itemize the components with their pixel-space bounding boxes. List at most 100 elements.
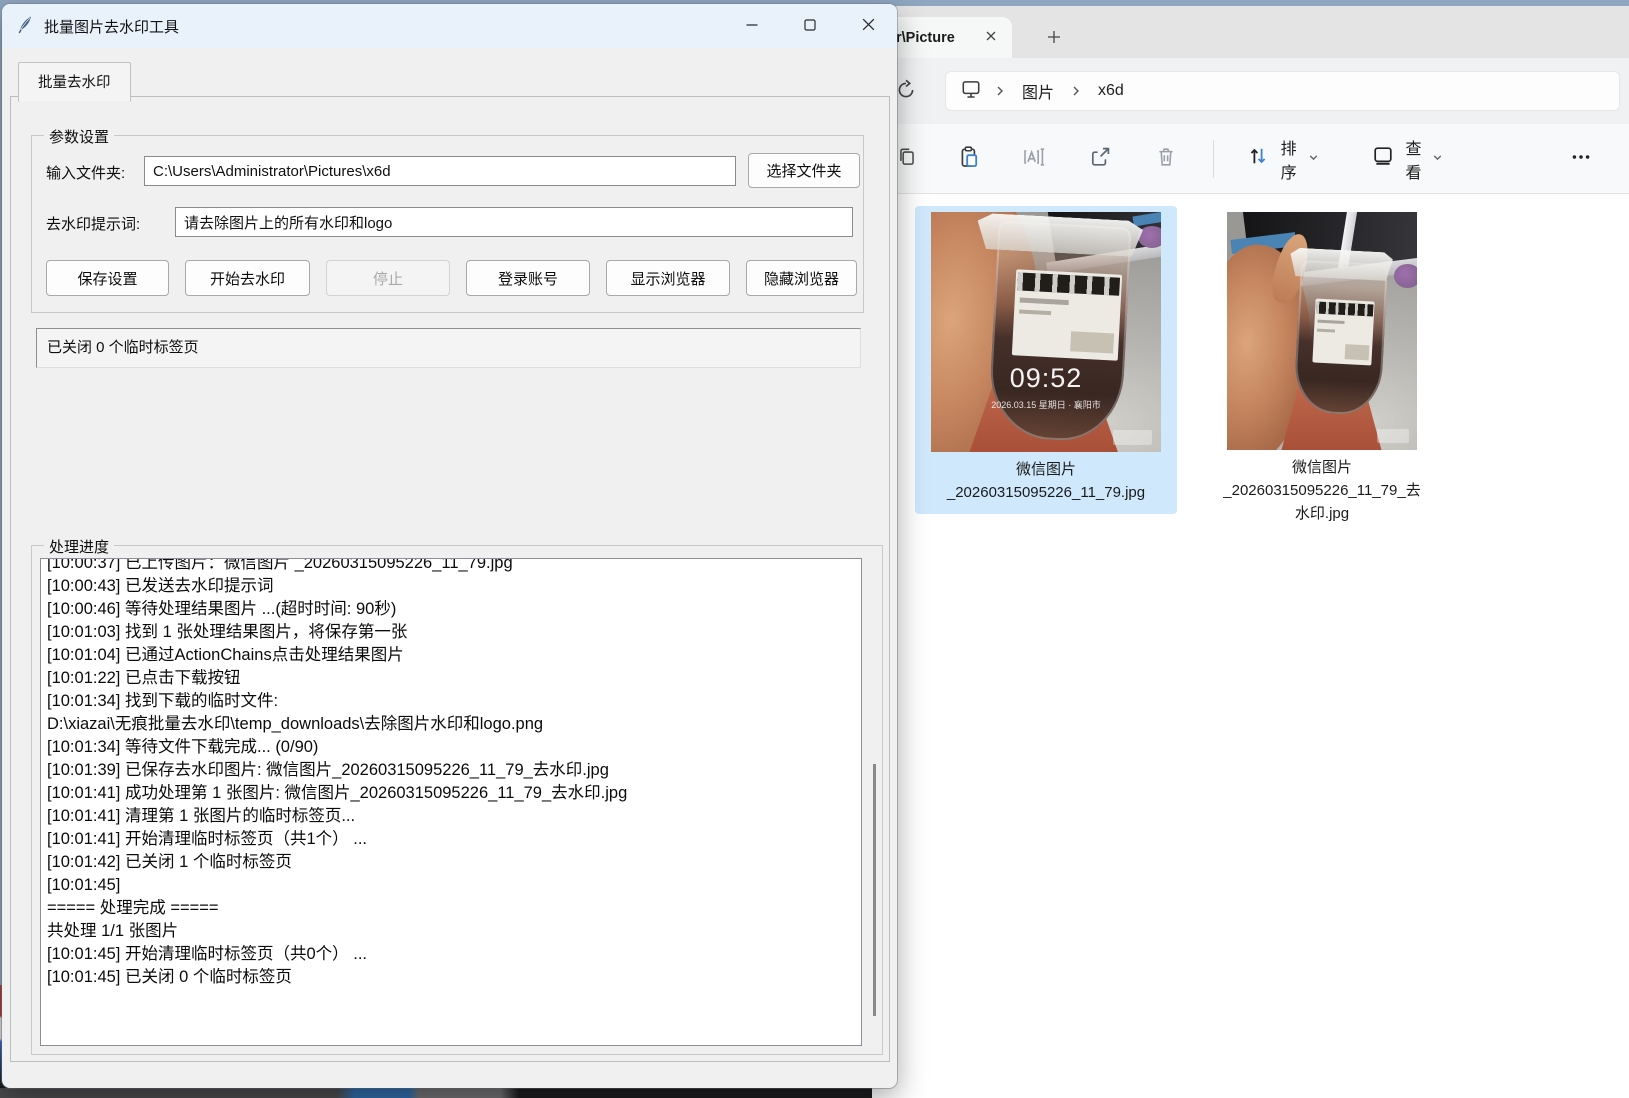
breadcrumb-chevron-icon [1070, 85, 1082, 97]
app-titlebar[interactable]: 批量图片去水印工具 [2, 4, 897, 48]
new-tab-button[interactable] [1040, 24, 1068, 52]
log-line: [10:00:37] 已上传图片：微信图片 _20260315095226_11… [47, 558, 855, 575]
log-line: 共处理 1/1 张图片 [47, 920, 855, 943]
rename-icon [1022, 145, 1046, 172]
show-browser-button[interactable]: 显示浏览器 [606, 260, 730, 296]
photo-label-textline [1020, 297, 1069, 305]
progress-group-label: 处理进度 [44, 536, 114, 557]
photo-cup-label [1313, 299, 1375, 366]
hide-browser-button[interactable]: 隐藏浏览器 [746, 260, 857, 296]
share-button[interactable] [1081, 138, 1119, 180]
trash-icon [1154, 145, 1178, 172]
maximize-button[interactable] [781, 4, 839, 48]
explorer-file-list: 09:52 2026.03.15 星期日 · 襄阳市 微信图片 _2026031… [872, 194, 1629, 1098]
progress-log[interactable]: [10:00:37] 已上传图片：微信图片 _20260315095226_11… [40, 558, 862, 1046]
paste-button[interactable] [950, 138, 988, 180]
file-tile-dewatermarked[interactable]: 微信图片 _20260315095226_11_79_去 水印.jpg [1204, 206, 1440, 535]
log-line: [10:01:41] 开始清理临时标签页（共1个） ... [47, 828, 855, 851]
copy-icon [896, 146, 918, 171]
sort-button[interactable]: 排序 [1240, 127, 1325, 191]
more-options-button[interactable] [1561, 138, 1601, 180]
log-line: [10:01:42] 已关闭 1 个临时标签页 [47, 851, 855, 874]
breadcrumb-chevron-icon [994, 85, 1006, 97]
sort-label: 排序 [1277, 135, 1301, 183]
log-line: [10:01:34] 找到下载的临时文件: [47, 690, 855, 713]
this-pc-icon [960, 78, 982, 105]
refresh-icon [895, 79, 917, 104]
log-line: [10:01:34] 等待文件下载完成... (0/90) [47, 736, 855, 759]
minimize-icon [745, 18, 759, 35]
log-line: [10:01:45] 已关闭 0 个临时标签页 [47, 966, 855, 989]
address-bar[interactable]: 图片 x6d [946, 72, 1619, 110]
log-line: [10:01:39] 已保存去水印图片: 微信图片_20260315095226… [47, 759, 855, 782]
log-line: [10:01:41] 成功处理第 1 张图片: 微信图片_20260315095… [47, 782, 855, 805]
app-tabstrip: 批量去水印 [18, 62, 131, 102]
explorer-toolbar: 排序 查看 [872, 124, 1629, 194]
stop-button[interactable]: 停止 [326, 260, 450, 296]
log-line: [10:01:03] 找到 1 张处理结果图片，将保存第一张 [47, 621, 855, 644]
file-thumbnail-dewatermarked [1227, 212, 1417, 450]
breadcrumb-segment-x6d[interactable]: x6d [1094, 80, 1128, 102]
photo-time-watermark: 09:52 [931, 363, 1161, 394]
prompt-field[interactable] [175, 207, 853, 237]
photo-label-textline [1317, 328, 1335, 332]
log-line: D:\xiazai\无痕批量去水印\temp_downloads\去除图片水印和… [47, 713, 855, 736]
prompt-label: 去水印提示词: [46, 213, 140, 234]
photo-label-stamp [1070, 331, 1113, 354]
choose-folder-button[interactable]: 选择文件夹 [748, 153, 860, 188]
log-line: [10:00:43] 已发送去水印提示词 [47, 575, 855, 598]
progress-groupbox: 处理进度 [10:00:37] 已上传图片：微信图片 _202603150952… [31, 545, 883, 1055]
close-icon [984, 29, 998, 46]
delete-button[interactable] [1147, 138, 1185, 180]
plus-icon [1046, 29, 1062, 48]
status-bar: 已关闭 0 个临时标签页 [36, 328, 861, 368]
close-button[interactable] [839, 4, 897, 48]
explorer-window: r\Picture 图片 [872, 6, 1629, 1098]
app-quill-icon [16, 14, 34, 39]
log-line: [10:00:46] 等待处理结果图片 ...(超时时间: 90秒) [47, 598, 855, 621]
params-group-label: 参数设置 [44, 126, 114, 147]
rename-button[interactable] [1016, 138, 1054, 180]
photo-cup-lid [1289, 247, 1393, 281]
explorer-tab-title: r\Picture [896, 30, 978, 46]
input-folder-field[interactable] [144, 156, 736, 186]
log-line: [10:01:22] 已点击下载按钮 [47, 667, 855, 690]
tab-batch-dewatermark[interactable]: 批量去水印 [18, 62, 131, 102]
chevron-down-icon [1308, 150, 1319, 168]
view-button[interactable]: 查看 [1365, 127, 1450, 191]
minimize-button[interactable] [723, 4, 781, 48]
log-line: ===== 处理完成 ===== [47, 897, 855, 920]
photo-label-band [1316, 301, 1373, 317]
start-dewatermark-button[interactable]: 开始去水印 [185, 260, 310, 296]
log-line: [10:01:04] 已通过ActionChains点击处理结果图片 [47, 644, 855, 667]
file-thumbnail-original: 09:52 2026.03.15 星期日 · 襄阳市 [931, 212, 1161, 452]
photo-purple-object [1394, 264, 1417, 288]
explorer-address-row: 图片 x6d [872, 58, 1629, 124]
login-account-button[interactable]: 登录账号 [466, 260, 590, 296]
tab-close-button[interactable] [978, 25, 1004, 51]
input-folder-label: 输入文件夹: [46, 162, 125, 183]
file-tile-original[interactable]: 09:52 2026.03.15 星期日 · 襄阳市 微信图片 _2026031… [915, 206, 1177, 514]
breadcrumb-segment-pictures[interactable]: 图片 [1018, 77, 1058, 105]
view-label: 查看 [1402, 135, 1426, 183]
params-groupbox: 参数设置 输入文件夹: 选择文件夹 去水印提示词: 保存设置 开始去水印 停止 … [31, 135, 864, 313]
log-line: [10:01:41] 清理第 1 张图片的临时标签页... [47, 805, 855, 828]
log-line: [10:01:45] 开始清理临时标签页（共0个） ... [47, 943, 855, 966]
log-line: [10:01:45] [47, 874, 855, 897]
save-settings-button[interactable]: 保存设置 [46, 260, 169, 296]
photo-date-text: 2026.03.15 星期日 · 襄阳市 [991, 398, 1101, 411]
explorer-tab-bar: r\Picture [872, 6, 1629, 58]
log-scrollbar-thumb[interactable] [873, 764, 876, 1016]
ellipsis-icon [1570, 146, 1592, 171]
photo-camera-mark [1113, 430, 1152, 444]
photo-label-stamp [1345, 344, 1369, 361]
photo-label-textline [1019, 309, 1051, 315]
desktop-taskbar-strip [0, 1088, 910, 1098]
photo-label-band [1017, 273, 1119, 296]
progress-log-text: [10:00:37] 已上传图片：微信图片 _20260315095226_11… [47, 558, 855, 989]
file-name-original: 微信图片 _20260315095226_11_79.jpg [923, 458, 1169, 504]
photo-label-textline [1318, 319, 1345, 324]
file-name-dewatermarked: 微信图片 _20260315095226_11_79_去 水印.jpg [1212, 456, 1432, 525]
close-icon [861, 17, 876, 35]
app-window-title: 批量图片去水印工具 [44, 16, 723, 37]
